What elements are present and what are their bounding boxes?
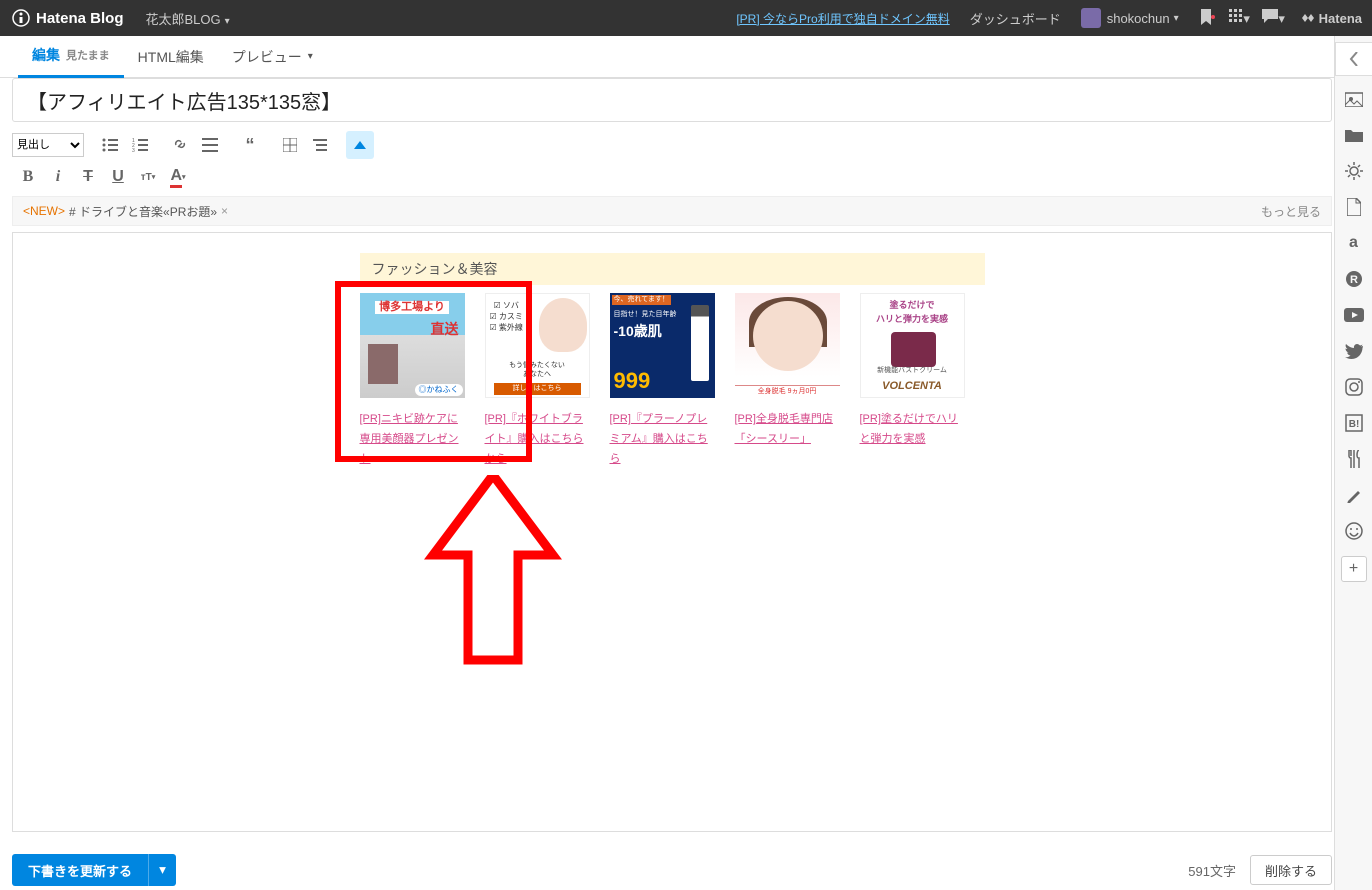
delete-button[interactable]: 削除する	[1250, 855, 1332, 885]
ad-thumbnail[interactable]: 塗るだけで ハリと弾力を実感 新機能バストクリーム VOLCENTA	[860, 293, 965, 398]
add-icon[interactable]: +	[1341, 556, 1367, 582]
bookmark-icon[interactable]	[1189, 9, 1223, 28]
right-rail: a R B! +	[1334, 36, 1372, 890]
tab-edit[interactable]: 編集見たまま	[18, 36, 124, 78]
amazon-icon[interactable]: a	[1339, 226, 1369, 260]
ad-thumbnail[interactable]: 全身脱毛 9ヵ月0円	[735, 293, 840, 398]
pen-icon[interactable]	[1339, 478, 1369, 512]
format-row: B i T U тТ▾ A▾	[12, 162, 1332, 192]
update-draft-button[interactable]: 下書きを更新する	[12, 854, 148, 886]
pr-link[interactable]: [PR] 今ならPro利用で独自ドメイン無料	[726, 10, 959, 27]
ad-link[interactable]: [PR]ニキビ跡ケアに専用美顔器プレゼント	[360, 410, 465, 469]
editor-main: 見出し 123 “ B i T U тТ▾ A▾ <NEW> # ドライブと音楽…	[12, 78, 1332, 845]
settings-icon[interactable]	[1339, 154, 1369, 188]
bold-icon[interactable]: B	[14, 163, 42, 191]
tab-html[interactable]: HTML編集	[124, 36, 218, 78]
tags-more[interactable]: もっと見る	[1261, 203, 1321, 220]
youtube-icon[interactable]	[1339, 298, 1369, 332]
photo-icon[interactable]	[1339, 82, 1369, 116]
twitter-icon[interactable]	[1339, 334, 1369, 368]
user-menu[interactable]: shokochun	[1071, 8, 1189, 28]
underline-icon[interactable]: U	[104, 163, 132, 191]
hatena-b-icon[interactable]: B!	[1339, 406, 1369, 440]
ad-link[interactable]: [PR]全身脱毛専門店「シースリー」	[735, 410, 840, 450]
ad-item: 今、売れてます！ 目指せ！見た目年齢 -10歳肌 999 [PR]『プラーノプレ…	[610, 293, 715, 469]
ad-link[interactable]: [PR]『プラーノプレミアム』購入はこちら	[610, 410, 715, 469]
editor-tabs: 編集見たまま HTML編集 プレビュー	[0, 36, 1372, 78]
strikethrough-icon[interactable]: T	[74, 163, 102, 191]
top-bar: Hatena Blog 花太郎BLOG [PR] 今ならPro利用で独自ドメイン…	[0, 0, 1372, 36]
apps-icon[interactable]: ▾	[1223, 9, 1257, 27]
ad-item: ☑ ソバ ☑ カスミ ☑ 紫外線 もう悩みたくない あなたへ 詳しくはこちら […	[485, 293, 590, 469]
italic-icon[interactable]: i	[44, 163, 72, 191]
font-size-icon[interactable]: тТ▾	[134, 163, 162, 191]
hatena-services[interactable]: Hatena	[1291, 11, 1372, 26]
folder-icon[interactable]	[1339, 118, 1369, 152]
font-color-icon[interactable]: A▾	[164, 163, 192, 191]
title-input[interactable]	[12, 78, 1332, 122]
ad-item: 博多工場より 直送 ◎かねふく [PR]ニキビ跡ケアに専用美顔器プレゼント	[360, 293, 465, 469]
hatena-logo[interactable]: Hatena Blog	[0, 9, 136, 27]
ad-link[interactable]: [PR]塗るだけでハリと弾力を実感	[860, 410, 965, 450]
table-icon[interactable]	[276, 131, 304, 159]
instagram-icon[interactable]	[1339, 370, 1369, 404]
toolbar: 見出し 123 “	[12, 128, 1332, 162]
hatena-icon	[1301, 11, 1315, 25]
ad-item: 塗るだけで ハリと弾力を実感 新機能バストクリーム VOLCENTA [PR]塗…	[860, 293, 965, 469]
blog-selector[interactable]: 花太郎BLOG	[136, 9, 240, 28]
rail-collapse-icon[interactable]	[1335, 42, 1372, 76]
ad-thumbnail[interactable]: 今、売れてます！ 目指せ！見た目年齢 -10歳肌 999	[610, 293, 715, 398]
restaurant-icon[interactable]	[1339, 442, 1369, 476]
char-count: 591文字	[1188, 861, 1236, 880]
tab-preview[interactable]: プレビュー	[218, 36, 327, 78]
rakuten-icon[interactable]: R	[1339, 262, 1369, 296]
quote-icon[interactable]: “	[236, 131, 264, 159]
tags-strip: <NEW> # ドライブと音楽«PRお題» × もっと見る	[12, 196, 1332, 226]
heading-select[interactable]: 見出し	[12, 133, 84, 157]
collapse-toolbar-icon[interactable]	[346, 131, 374, 159]
toc-icon[interactable]	[306, 131, 334, 159]
dashboard-link[interactable]: ダッシュボード	[960, 9, 1071, 28]
category-header: ファッション＆美容	[360, 253, 985, 285]
editor-content[interactable]: ファッション＆美容 博多工場より 直送 ◎かねふく [PR]ニキビ跡ケアに専用美…	[12, 232, 1332, 832]
ad-item: 全身脱毛 9ヵ月0円 [PR]全身脱毛専門店「シースリー」	[735, 293, 840, 469]
svg-text:B!: B!	[1348, 419, 1359, 430]
ad-thumbnail[interactable]: 博多工場より 直送 ◎かねふく	[360, 293, 465, 398]
svg-text:3: 3	[132, 148, 135, 152]
ad-thumbnail[interactable]: ☑ ソバ ☑ カスミ ☑ 紫外線 もう悩みたくない あなたへ 詳しくはこちら	[485, 293, 590, 398]
read-more-icon[interactable]	[196, 131, 224, 159]
chat-icon[interactable]: ▾	[1257, 9, 1291, 27]
ad-link[interactable]: [PR]『ホワイトブライト』購入はこちらから	[485, 410, 590, 469]
link-icon[interactable]	[166, 131, 194, 159]
tag-new-badge: <NEW>	[23, 204, 65, 218]
emoji-icon[interactable]	[1339, 514, 1369, 548]
bottom-bar: 下書きを更新する ▾ 591文字 削除する	[12, 850, 1332, 890]
avatar	[1081, 8, 1101, 28]
logo-icon	[12, 9, 30, 27]
document-icon[interactable]	[1339, 190, 1369, 224]
update-dropdown-button[interactable]: ▾	[148, 854, 176, 886]
numbered-list-icon[interactable]: 123	[126, 131, 154, 159]
tag-remove-icon[interactable]: ×	[221, 204, 228, 218]
tag-item[interactable]: # ドライブと音楽«PRお題»	[69, 203, 217, 220]
annotation-arrow-icon	[418, 475, 568, 675]
bullet-list-icon[interactable]	[96, 131, 124, 159]
svg-text:R: R	[1350, 274, 1358, 286]
